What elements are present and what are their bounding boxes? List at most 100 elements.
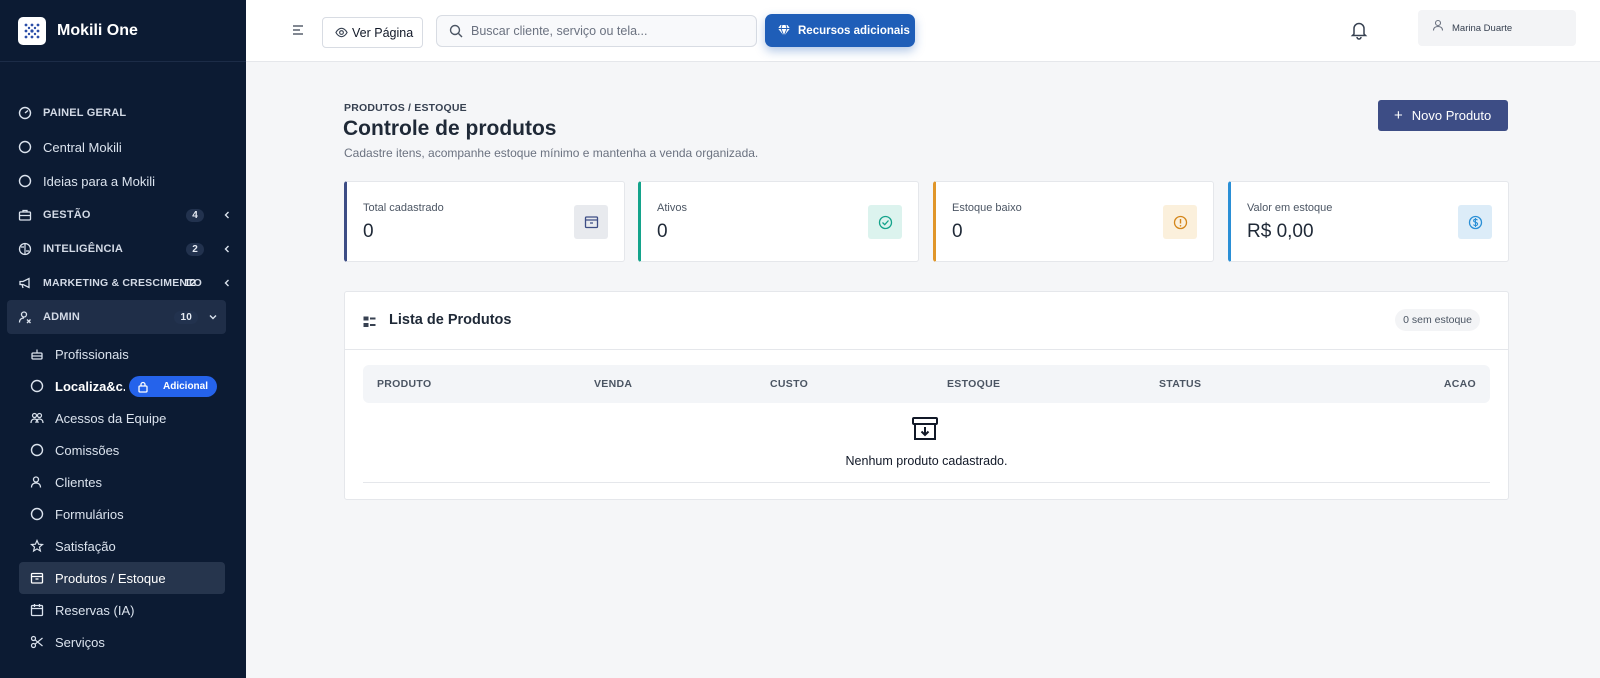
circle-icon	[30, 379, 44, 393]
chevron-left-icon[interactable]	[222, 278, 232, 288]
page-title: Controle de produtos	[343, 117, 557, 140]
team-icon	[30, 412, 44, 424]
menu-icon[interactable]	[292, 24, 304, 36]
briefcase-icon	[18, 209, 32, 221]
search-box[interactable]	[436, 15, 757, 47]
sidebar-item-label: Formulários	[55, 506, 124, 522]
sidebar-item-satisfacao[interactable]: Satisfação	[0, 530, 225, 562]
nav-count: 12	[184, 277, 196, 289]
sidebar-item-label: Comissões	[55, 442, 120, 458]
sidebar-item-formularios[interactable]: Formulários	[0, 498, 225, 530]
new-product-button[interactable]: + Novo Produto	[1378, 100, 1508, 131]
archive-download-icon	[912, 417, 938, 440]
sidebar-item-label: Satisfação	[55, 538, 116, 554]
nav-count: 4	[186, 208, 204, 222]
archive-icon	[574, 205, 608, 239]
stat-card-valor: Valor em estoque R$ 0,00	[1228, 181, 1509, 262]
nav-label: Central Mokili	[43, 139, 122, 155]
user-menu[interactable]: Marina Duarte	[1418, 10, 1576, 46]
sidebar-nav: PAINEL GERAL Central Mokili Ideias para …	[0, 96, 246, 658]
recursos-adicionais-button[interactable]: Recursos adicionais	[765, 14, 915, 47]
nav-marketing[interactable]: MARKETING & CRESCIMENTO 12	[0, 266, 246, 300]
nav-label: MARKETING & CRESCIMENTO	[43, 277, 202, 289]
sidebar-item-comissoes[interactable]: Comissões	[0, 434, 225, 466]
sidebar-item-label: Serviços	[55, 634, 105, 650]
brand[interactable]: Mokili One	[0, 0, 246, 62]
nav-label: ADMIN	[43, 311, 81, 323]
empty-state-message: Nenhum produto cadastrado.	[845, 454, 1008, 468]
sidebar-item-produtos[interactable]: Produtos / Estoque	[19, 562, 225, 594]
nav-admin[interactable]: ADMIN 10	[7, 300, 226, 334]
panel-title: Lista de Produtos	[389, 312, 512, 328]
nav-count: 10	[174, 310, 198, 324]
gem-icon	[778, 24, 790, 37]
search-icon	[449, 24, 463, 38]
sidebar-item-servicos[interactable]: Serviços	[0, 626, 225, 658]
sidebar-item-label: Clientes	[55, 474, 102, 490]
circle-icon	[30, 507, 44, 521]
nav-label: Ideias para a Mokili	[43, 173, 155, 189]
search-input[interactable]	[471, 24, 741, 38]
breadcrumb: PRODUTOS / ESTOQUE	[344, 102, 467, 114]
nav-gestao[interactable]: GESTÃO 4	[0, 198, 246, 232]
recursos-label: Recursos adicionais	[798, 24, 910, 37]
cake-icon	[31, 349, 43, 360]
column-header[interactable]: PRODUTO	[377, 378, 431, 390]
scissors-icon	[30, 635, 43, 649]
column-header[interactable]: CUSTO	[770, 378, 808, 390]
eye-icon	[335, 27, 348, 38]
sidebar-item-profissionais[interactable]: Profissionais	[0, 338, 225, 370]
sidebar-item-localizacao[interactable]: Localiza&c... Adicional	[0, 370, 225, 402]
products-panel: Lista de Produtos 0 sem estoque PRODUTO …	[344, 291, 1509, 500]
stat-card-estoque-baixo: Estoque baixo 0	[933, 181, 1214, 262]
user-icon	[30, 476, 42, 488]
column-header[interactable]: ESTOQUE	[947, 378, 1000, 390]
column-header[interactable]: STATUS	[1159, 378, 1201, 390]
new-product-label: Novo Produto	[1411, 108, 1492, 123]
stat-value: 0	[363, 221, 374, 242]
adicional-badge[interactable]: Adicional	[129, 376, 217, 397]
column-header: ACAO	[1443, 378, 1476, 390]
stat-card-total: Total cadastrado 0	[344, 181, 625, 262]
stat-label: Total cadastrado	[363, 202, 444, 214]
sidebar: Mokili One PAINEL GERAL Central Mokili I…	[0, 0, 246, 678]
page-subtitle: Cadastre itens, acompanhe estoque mínimo…	[344, 146, 759, 160]
list-icon	[363, 316, 376, 327]
user-cog-icon	[18, 311, 31, 324]
sidebar-item-label: Reservas (IA)	[55, 602, 135, 618]
chevron-left-icon[interactable]	[222, 210, 232, 220]
logo-icon	[18, 16, 46, 45]
sidebar-item-reservas[interactable]: Reservas (IA)	[0, 594, 225, 626]
nav-count: 2	[186, 242, 204, 256]
nav-inteligencia[interactable]: INTELIGÊNCIA 2	[0, 232, 246, 266]
nav-ideias[interactable]: Ideias para a Mokili	[0, 164, 246, 198]
user-icon	[1432, 19, 1444, 31]
stat-label: Ativos	[657, 202, 687, 214]
chevron-down-icon[interactable]	[208, 312, 218, 322]
sidebar-item-label: Localiza&c...	[55, 378, 125, 394]
circle-icon	[18, 174, 32, 188]
sidebar-item-label: Produtos / Estoque	[55, 570, 166, 586]
sidebar-item-acessos[interactable]: Acessos da Equipe	[0, 402, 225, 434]
lock-icon	[138, 381, 148, 393]
nav-painel-geral[interactable]: PAINEL GERAL	[0, 96, 246, 130]
nav-central-mokili[interactable]: Central Mokili	[0, 130, 246, 164]
plus-icon: +	[1394, 107, 1403, 124]
brain-icon	[18, 242, 32, 256]
view-page-button[interactable]: Ver Página	[322, 17, 423, 48]
alert-circle-icon	[1163, 205, 1197, 239]
calendar-icon	[30, 604, 44, 617]
chevron-left-icon[interactable]	[222, 244, 232, 254]
nav-label: PAINEL GERAL	[43, 107, 127, 119]
box-icon	[30, 572, 44, 584]
stat-value: R$ 0,00	[1247, 221, 1314, 242]
stat-card-ativos: Ativos 0	[638, 181, 919, 262]
column-header[interactable]: VENDA	[594, 378, 632, 390]
nav-label: INTELIGÊNCIA	[43, 243, 124, 255]
star-icon	[30, 539, 44, 553]
sidebar-item-clientes[interactable]: Clientes	[0, 466, 225, 498]
bell-icon[interactable]	[1350, 20, 1368, 40]
dashboard-icon	[18, 106, 32, 120]
dollar-circle-icon	[1458, 205, 1492, 239]
user-name: Marina Duarte	[1452, 22, 1513, 34]
